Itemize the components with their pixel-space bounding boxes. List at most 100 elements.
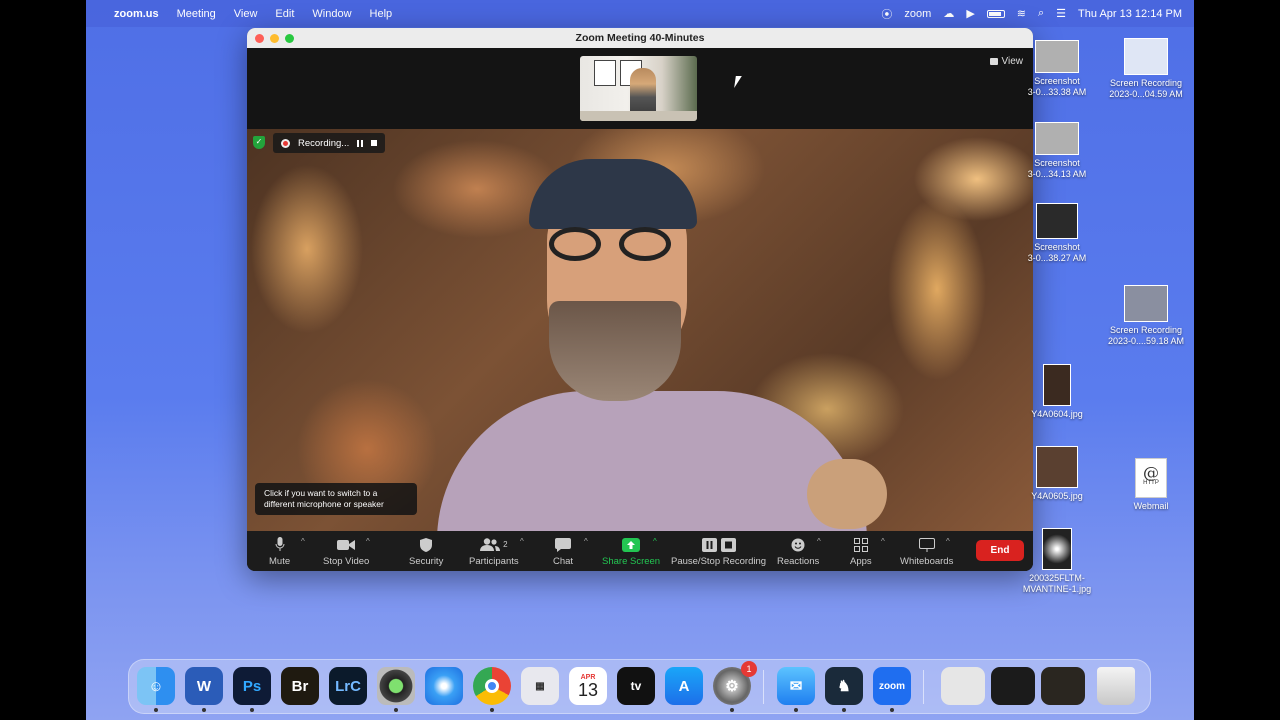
dragon-app-icon[interactable]: ♞ — [825, 667, 863, 712]
menu-edit[interactable]: Edit — [275, 8, 294, 20]
reactions-button[interactable]: Reactions — [777, 537, 819, 567]
chrome-icon[interactable] — [473, 667, 511, 712]
wifi-icon[interactable]: ≋ — [1017, 7, 1026, 20]
participants-icon: 2 — [480, 537, 508, 552]
dock: ☺ W Ps Br LrC ▦ APR 13 tv A ⚙ 1 ✉ ♞ zoom — [128, 659, 1151, 714]
launchpad-icon[interactable]: ▦ — [521, 667, 559, 705]
trash-icon[interactable] — [1097, 667, 1135, 705]
dock-separator — [923, 670, 924, 704]
stop-recording-icon[interactable] — [371, 140, 378, 146]
battery-icon[interactable] — [986, 9, 1005, 18]
file-label: Screenshot 3-0...38.27 AM — [1027, 242, 1087, 263]
pause-recording-icon[interactable] — [357, 139, 364, 147]
file-thumbnail — [1035, 40, 1079, 73]
desk — [580, 111, 697, 121]
apps-label: Apps — [850, 556, 872, 567]
minimized-window-thumbnail[interactable] — [1041, 667, 1085, 705]
file-label: Y4A0604.jpg — [1031, 409, 1083, 419]
file-label: Screen Recording 2023-0...04.59 AM — [1109, 78, 1183, 99]
apple-tv-icon[interactable]: tv — [617, 667, 655, 705]
reactions-label: Reactions — [777, 556, 820, 567]
file-label: Y4A0605.jpg — [1031, 491, 1083, 501]
desktop-file-screenshot-3[interactable]: Screenshot 3-0...38.27 AM — [1011, 203, 1103, 264]
view-icon — [989, 58, 998, 65]
stop-video-button[interactable]: Stop Video — [323, 537, 369, 567]
aperture-icon[interactable] — [377, 667, 415, 712]
search-icon[interactable]: ⌕ — [1038, 7, 1044, 20]
word-icon[interactable]: W — [185, 667, 223, 712]
keyboard-viewer-icon[interactable] — [941, 667, 985, 705]
stop-video-label: Stop Video — [323, 556, 370, 567]
record-status-icon[interactable]: ⦿ — [881, 6, 892, 22]
apps-icon — [853, 537, 868, 552]
meeting-toolbar: Mute ^ Stop Video ^ Security 2 Participa… — [247, 531, 1033, 571]
participants-count: 2 — [503, 540, 508, 549]
participants-label: Participants — [469, 556, 519, 567]
zoom-app-icon[interactable]: zoom — [873, 667, 911, 712]
photoshop-icon[interactable]: Ps — [233, 667, 271, 712]
share-screen-button[interactable]: Share Screen — [602, 537, 660, 567]
participant-thumbnail[interactable] — [580, 56, 697, 121]
whiteboards-chevron-icon[interactable]: ^ — [946, 537, 950, 546]
chat-label: Chat — [553, 556, 574, 567]
zoom-menu-label[interactable]: zoom — [904, 8, 931, 20]
share-screen-icon — [622, 537, 641, 552]
participants-button[interactable]: 2 Participants — [469, 537, 519, 567]
audio-options-chevron-icon[interactable]: ^ — [301, 537, 305, 546]
desktop: zoom.us Meeting View Edit Window Help ⦿ … — [86, 0, 1194, 720]
desktop-file-webmail[interactable]: @ HTTP Webmail — [1105, 458, 1194, 512]
file-label: Screenshot 3-0...34.13 AM — [1027, 158, 1087, 179]
menu-meeting[interactable]: Meeting — [177, 8, 216, 20]
apps-chevron-icon[interactable]: ^ — [881, 537, 885, 546]
menu-window[interactable]: Window — [312, 8, 351, 20]
video-camera-icon — [337, 537, 356, 552]
participants-chevron-icon[interactable]: ^ — [520, 537, 524, 546]
safari-icon[interactable] — [425, 667, 463, 705]
file-label: Screenshot 3-0...33.38 AM — [1027, 76, 1087, 97]
desktop-file-y4a0605[interactable]: Y4A0605.jpg — [1011, 446, 1103, 502]
pause-stop-recording-button[interactable]: Pause/Stop Recording — [671, 537, 766, 567]
menu-view[interactable]: View — [234, 8, 258, 20]
recording-indicator: Recording... — [273, 133, 386, 153]
system-settings-icon[interactable]: ⚙ 1 — [713, 661, 757, 712]
reactions-chevron-icon[interactable]: ^ — [817, 537, 821, 546]
pause-stop-recording-label: Pause/Stop Recording — [671, 556, 767, 567]
security-shield-icon — [420, 537, 433, 552]
minimized-window-thumbnail[interactable] — [991, 667, 1035, 705]
apps-button[interactable]: Apps — [850, 537, 872, 567]
desktop-file-200325fltm[interactable]: 200325FLTM- MVANTINE-1.jpg — [1011, 528, 1103, 595]
menu-help[interactable]: Help — [370, 8, 393, 20]
bridge-icon[interactable]: Br — [281, 667, 319, 705]
control-center-icon[interactable]: ☰ — [1056, 7, 1066, 20]
microphone-icon — [275, 537, 285, 552]
mute-button[interactable]: Mute — [269, 537, 290, 567]
creative-cloud-icon[interactable]: ☁ — [943, 7, 954, 20]
finder-icon[interactable]: ☺ — [137, 667, 175, 712]
desktop-file-screen-recording-2[interactable]: Screen Recording 2023-0....59.18 AM — [1100, 285, 1192, 347]
share-options-chevron-icon[interactable]: ^ — [653, 537, 657, 546]
active-speaker-video[interactable]: ✓ Recording... Click if you want to swit… — [247, 129, 1033, 531]
file-thumbnail — [1036, 203, 1078, 239]
lightroom-classic-icon[interactable]: LrC — [329, 667, 367, 705]
video-options-chevron-icon[interactable]: ^ — [366, 537, 370, 546]
chat-bubble-icon — [555, 537, 572, 552]
menu-app-name[interactable]: zoom.us — [114, 8, 159, 20]
menu-clock[interactable]: Thu Apr 13 12:14 PM — [1078, 8, 1182, 20]
desktop-file-y4a0604[interactable]: Y4A0604.jpg — [1011, 364, 1103, 420]
dock-separator — [763, 670, 764, 704]
mail-icon[interactable]: ✉ — [777, 667, 815, 712]
app-store-icon[interactable]: A — [665, 667, 703, 705]
chat-chevron-icon[interactable]: ^ — [584, 537, 588, 546]
reactions-icon — [791, 537, 806, 552]
desktop-file-screen-recording-1[interactable]: Screen Recording 2023-0...04.59 AM — [1100, 38, 1192, 100]
security-button[interactable]: Security — [409, 537, 443, 567]
audio-tooltip: Click if you want to switch to a differe… — [255, 483, 417, 515]
desktop-file-screenshot-1[interactable]: Screenshot 3-0...33.38 AM — [1011, 40, 1103, 98]
play-icon[interactable]: ▶ — [966, 7, 974, 20]
desktop-file-screenshot-2[interactable]: Screenshot 3-0...34.13 AM — [1011, 122, 1103, 180]
encryption-shield-icon[interactable]: ✓ — [253, 136, 265, 149]
calendar-icon[interactable]: APR 13 — [569, 667, 607, 705]
file-thumbnail — [1124, 285, 1168, 322]
speaker-hand — [807, 459, 887, 529]
chat-button[interactable]: Chat — [553, 537, 573, 567]
